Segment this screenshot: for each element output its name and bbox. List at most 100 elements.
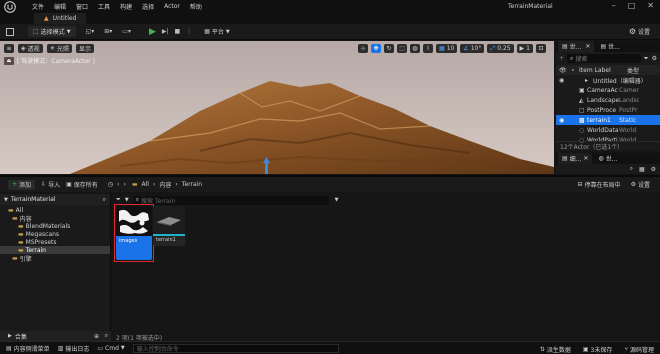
add-button[interactable]: + 添加 bbox=[8, 179, 36, 190]
unreal-logo-icon[interactable] bbox=[4, 0, 16, 13]
breadcrumb-item[interactable]: Terrain bbox=[182, 181, 202, 188]
scale-snap-button[interactable]: ⤢ 0.25 bbox=[487, 44, 514, 53]
viewport-menu-button[interactable]: ≡ bbox=[4, 44, 14, 53]
camera-speed-button[interactable]: ▶ 1 bbox=[516, 44, 533, 53]
outliner-row[interactable]: ◌ WorldData World bbox=[556, 125, 660, 135]
breadcrumb-item[interactable]: All bbox=[142, 181, 149, 188]
maximize-viewport-icon[interactable]: ⊡ bbox=[536, 44, 546, 53]
back-icon[interactable]: ‹ bbox=[117, 181, 119, 188]
filter-icon[interactable]: ⏷ bbox=[116, 196, 121, 204]
col-type-header[interactable]: 类型 bbox=[627, 66, 639, 75]
pin-icon[interactable]: ⋆ bbox=[571, 67, 577, 74]
search-icon[interactable]: ⌕ bbox=[105, 332, 108, 340]
save-icon[interactable] bbox=[6, 27, 14, 36]
platform-button[interactable]: ▦ 平台 ▼ bbox=[204, 27, 230, 36]
maximize-icon[interactable]: □ bbox=[628, 1, 636, 10]
play-options-icon[interactable]: ⋮ bbox=[186, 28, 192, 35]
translate-icon[interactable]: ✥ bbox=[371, 44, 382, 53]
settings-button[interactable]: ⚙ 设置 bbox=[629, 27, 650, 36]
menu-window[interactable]: 窗口 bbox=[76, 2, 88, 11]
tree-header[interactable]: ▼ TerrainMaterial ⌕ bbox=[0, 194, 110, 205]
history-icon[interactable]: ◷ bbox=[108, 181, 113, 188]
dock-in-layout-button[interactable]: ⊟ 停靠在布局中 bbox=[578, 180, 621, 189]
tab-world-outliner-2[interactable]: ▤ 世... bbox=[596, 41, 623, 52]
rotation-snap-button[interactable]: ∠ 10° bbox=[460, 44, 485, 53]
console-input[interactable]: 输入控制台命令 bbox=[132, 343, 339, 353]
outliner-row[interactable]: ▣ CameraAc Camer bbox=[556, 85, 660, 95]
tab-world-settings[interactable]: ◍ 世... bbox=[594, 153, 621, 164]
outliner-row[interactable]: ◉ ▸ Untitled（编辑器） bbox=[556, 75, 660, 85]
tree-item-megascans[interactable]: ▬ Megascans bbox=[0, 230, 110, 238]
show-button[interactable]: 显示 bbox=[76, 44, 95, 53]
tree-item-content[interactable]: ▬ 内容 bbox=[0, 214, 110, 223]
save-all-button[interactable]: ▣ 保存所有 bbox=[66, 180, 98, 189]
tree-item-mspresets[interactable]: ▬ MSPresets bbox=[0, 238, 110, 246]
tree-item-all[interactable]: ▬ All bbox=[0, 206, 110, 214]
cinematics-icon[interactable]: ⊞▾ bbox=[104, 28, 112, 35]
tree-item-terrain[interactable]: ▬ Terrain bbox=[0, 246, 110, 254]
outliner-search-input[interactable]: ⌕ 搜索 bbox=[567, 54, 641, 63]
blueprint-icon[interactable]: ◱▾ bbox=[86, 28, 95, 35]
close-icon[interactable]: ✕ bbox=[647, 1, 654, 10]
grid-snap-button[interactable]: ▦ 10 bbox=[436, 44, 458, 53]
add-icon[interactable]: + bbox=[559, 55, 564, 62]
source-control-button[interactable]: ⑂ 源码管理 bbox=[624, 345, 654, 354]
world-local-icon[interactable]: ◍ bbox=[410, 44, 421, 53]
unsaved-button[interactable]: ▣ 3未保存 bbox=[583, 345, 613, 354]
minimize-icon[interactable]: – bbox=[612, 1, 616, 10]
collections-header[interactable]: ▶ 合集 ⊕ ⌕ bbox=[0, 331, 111, 341]
lit-button[interactable]: ☀ 光照 bbox=[46, 44, 73, 53]
tree-item-blendmaterials[interactable]: ▬ BlendMaterials bbox=[0, 222, 110, 230]
cmd-selector[interactable]: ▭ Cmd ▼ bbox=[97, 345, 124, 352]
viewport[interactable]: ≡ ◈ 透视 ☀ 光照 显示 ⏏ [ 驾驶模式：CameraActor ] ⊹ … bbox=[0, 41, 554, 174]
outliner-row-selected[interactable]: ◉ ▩ terrain1 Static bbox=[556, 115, 660, 125]
menu-select[interactable]: 选择 bbox=[142, 2, 154, 11]
derived-data-button[interactable]: ⇅ 派生数据 bbox=[540, 345, 571, 354]
filter-icon[interactable]: ⏷ bbox=[644, 55, 649, 63]
menu-tools[interactable]: 工具 bbox=[98, 2, 110, 11]
forward-icon[interactable]: › bbox=[123, 181, 125, 188]
import-button[interactable]: ⇩ 导入 bbox=[41, 180, 60, 189]
gear-icon[interactable]: ⚙ bbox=[652, 55, 657, 62]
menu-build[interactable]: 构建 bbox=[120, 2, 132, 11]
next-frame-icon[interactable]: ▶| bbox=[162, 28, 169, 35]
menu-file[interactable]: 文件 bbox=[32, 2, 44, 11]
search-icon[interactable]: ⌕ bbox=[630, 165, 633, 173]
sequencer-icon[interactable]: ▭▾ bbox=[122, 28, 131, 35]
gear-icon[interactable]: ⚙ bbox=[651, 166, 656, 173]
menu-help[interactable]: 帮助 bbox=[190, 2, 202, 11]
tree-item-engine[interactable]: ▬ 引擎 bbox=[0, 254, 110, 263]
asset-search-input[interactable]: ⌕ 搜索 Terrain bbox=[132, 195, 329, 205]
outliner-row[interactable]: ◭ Landscape Landsc bbox=[556, 95, 660, 105]
rotate-icon[interactable]: ↻ bbox=[384, 44, 395, 53]
select-mode-button[interactable]: ⬚ 选择模式 ▼ bbox=[28, 26, 76, 37]
eject-pilot-button[interactable]: ⏏ bbox=[4, 56, 14, 65]
content-drawer-button[interactable]: ▤ 内容侧滑菜单 bbox=[6, 344, 50, 353]
visibility-icon[interactable]: ◉ bbox=[559, 117, 579, 124]
scale-icon[interactable]: ⬚ bbox=[397, 44, 408, 53]
col-label-header[interactable]: Item Label bbox=[579, 67, 625, 74]
outliner-row[interactable]: ▢ PostProce PostPr bbox=[556, 105, 660, 115]
visibility-icon[interactable]: 👁 bbox=[559, 67, 569, 74]
menu-actor[interactable]: Actor bbox=[164, 3, 180, 10]
breadcrumb-item[interactable]: 内容 bbox=[159, 180, 171, 189]
tab-details[interactable]: ▤ 细... ✕ bbox=[558, 153, 593, 164]
output-log-button[interactable]: ▥ 输出日志 bbox=[58, 344, 90, 353]
play-icon[interactable]: ▶ bbox=[149, 27, 156, 37]
close-icon[interactable]: ✕ bbox=[585, 43, 590, 50]
close-icon[interactable]: ✕ bbox=[583, 155, 588, 162]
asset-tile-terrain1[interactable]: terrain1 bbox=[153, 206, 185, 246]
chevron-down-icon[interactable]: ▼ bbox=[335, 197, 339, 203]
add-collection-icon[interactable]: ⊕ bbox=[94, 333, 99, 340]
cb-settings-button[interactable]: ⚙ 设置 bbox=[631, 180, 650, 189]
visibility-icon[interactable]: ◉ bbox=[559, 77, 569, 84]
search-icon[interactable]: ⌕ bbox=[103, 196, 106, 204]
surface-snap-icon[interactable]: ⌇ bbox=[423, 44, 434, 53]
tab-outliner[interactable]: ▤ 世... ✕ bbox=[558, 41, 595, 52]
menu-edit[interactable]: 编辑 bbox=[54, 2, 66, 11]
perspective-button[interactable]: ◈ 透视 bbox=[18, 44, 43, 53]
grid-view-icon[interactable]: ▦ bbox=[639, 166, 645, 173]
stop-icon[interactable]: ■ bbox=[175, 28, 181, 35]
level-tab[interactable]: ▲ Untitled bbox=[34, 13, 87, 24]
select-icon[interactable]: ⊹ bbox=[358, 44, 369, 53]
